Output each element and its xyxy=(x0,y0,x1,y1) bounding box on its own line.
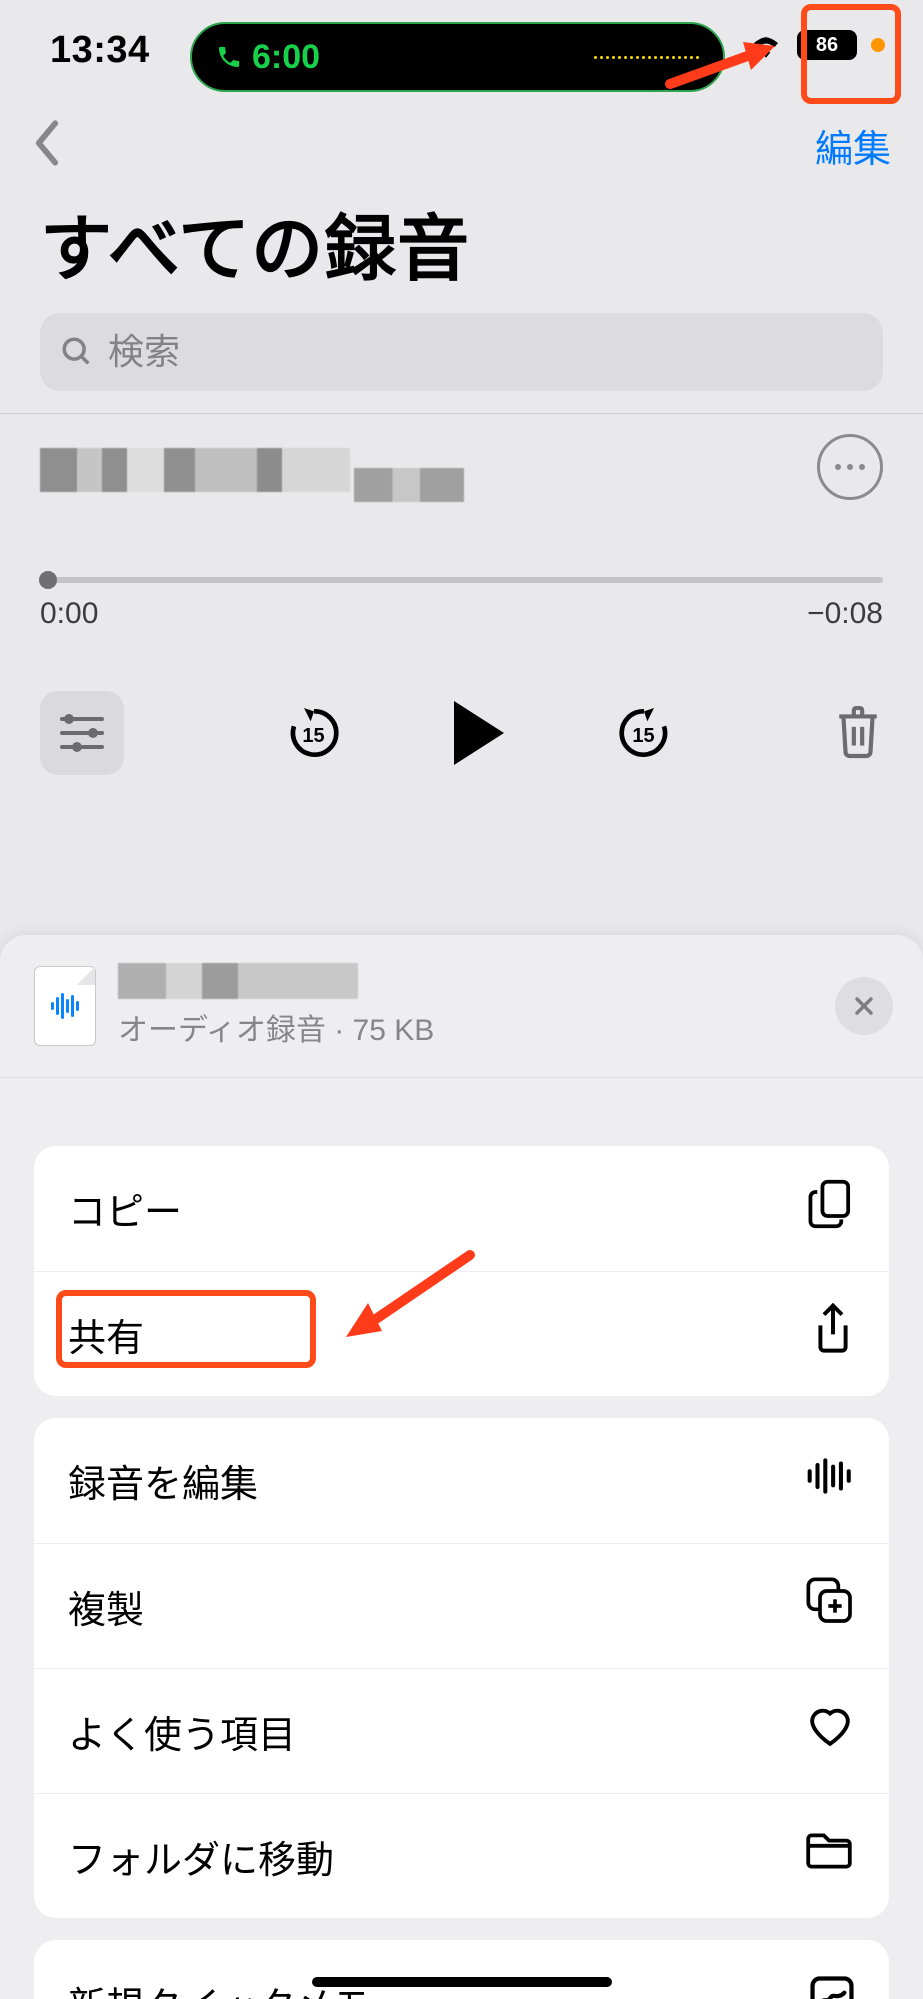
sheet-title-redacted xyxy=(118,963,358,999)
menu-quick-note[interactable]: 新規クイックメモ xyxy=(34,1940,889,1999)
more-options-button[interactable] xyxy=(817,434,883,500)
copy-icon xyxy=(807,1178,855,1240)
wifi-icon xyxy=(749,32,783,58)
scrubber-thumb[interactable] xyxy=(39,571,57,589)
sheet-header: オーディオ録音 · 75 KB xyxy=(0,935,923,1078)
dynamic-island[interactable]: 6:00 xyxy=(190,22,725,92)
waveform-icon xyxy=(805,1456,855,1506)
duplicate-icon xyxy=(805,1576,855,1636)
edit-button[interactable]: 編集 xyxy=(815,118,891,173)
menu-favorite[interactable]: よく使う項目 xyxy=(34,1668,889,1793)
menu-share-label: 共有 xyxy=(68,1307,144,1362)
skip-back-label: 15 xyxy=(284,709,344,763)
skip-back-button[interactable]: 15 xyxy=(284,703,344,763)
menu-group-3: 新規クイックメモ xyxy=(34,1940,889,1999)
battery-level: 86 xyxy=(816,34,838,57)
menu-group-2: 録音を編集 複製 よく使う項目 フォルダに移動 xyxy=(34,1418,889,1918)
delete-button[interactable] xyxy=(833,703,883,764)
play-button[interactable] xyxy=(454,701,504,765)
skip-forward-button[interactable]: 15 xyxy=(614,703,674,763)
menu-share[interactable]: 共有 xyxy=(34,1271,889,1396)
recording-subtitle-redacted xyxy=(354,468,464,502)
remaining-time: −0:08 xyxy=(807,597,883,631)
current-time: 0:00 xyxy=(40,597,98,631)
menu-copy[interactable]: コピー xyxy=(34,1146,889,1271)
search-icon xyxy=(60,335,94,369)
recording-item[interactable] xyxy=(0,414,923,507)
heart-icon xyxy=(805,1703,855,1759)
share-icon xyxy=(811,1302,855,1366)
home-indicator[interactable] xyxy=(312,1977,612,1987)
phone-icon xyxy=(216,44,242,70)
recording-title-redacted xyxy=(40,448,350,492)
skip-fwd-label: 15 xyxy=(614,709,674,763)
island-timer: 6:00 xyxy=(252,38,320,77)
waveform-icon xyxy=(594,56,699,59)
playback-options-button[interactable] xyxy=(40,691,124,775)
search-field[interactable] xyxy=(108,331,863,373)
battery-icon: 86 xyxy=(797,30,857,60)
menu-duplicate-label: 複製 xyxy=(68,1579,144,1634)
menu-edit-recording[interactable]: 録音を編集 xyxy=(34,1418,889,1543)
folder-icon xyxy=(803,1830,855,1882)
audio-file-icon xyxy=(34,966,96,1046)
menu-move-label: フォルダに移動 xyxy=(68,1829,334,1884)
sheet-subtitle: オーディオ録音 · 75 KB xyxy=(118,1005,813,1049)
page-title: すべての録音 xyxy=(0,190,923,313)
status-bar: 13:34 6:00 86 xyxy=(0,0,923,100)
recording-indicator-icon xyxy=(871,38,885,52)
menu-group-1: コピー 共有 xyxy=(34,1146,889,1396)
search-input[interactable] xyxy=(40,313,883,391)
menu-edit-label: 録音を編集 xyxy=(68,1453,258,1508)
playback-controls: 15 15 xyxy=(0,631,923,815)
menu-copy-label: コピー xyxy=(68,1181,182,1236)
menu-favorite-label: よく使う項目 xyxy=(68,1704,296,1759)
quick-note-icon xyxy=(809,1975,855,1999)
menu-move-folder[interactable]: フォルダに移動 xyxy=(34,1793,889,1918)
playback-scrubber[interactable]: 0:00 −0:08 xyxy=(0,507,923,631)
close-icon xyxy=(852,994,876,1018)
close-button[interactable] xyxy=(835,977,893,1035)
action-sheet: オーディオ録音 · 75 KB コピー 共有 録音を編集 xyxy=(0,935,923,1999)
nav-bar: 編集 xyxy=(0,100,923,190)
back-button[interactable] xyxy=(32,120,62,171)
status-time: 13:34 xyxy=(50,29,150,72)
menu-duplicate[interactable]: 複製 xyxy=(34,1543,889,1668)
